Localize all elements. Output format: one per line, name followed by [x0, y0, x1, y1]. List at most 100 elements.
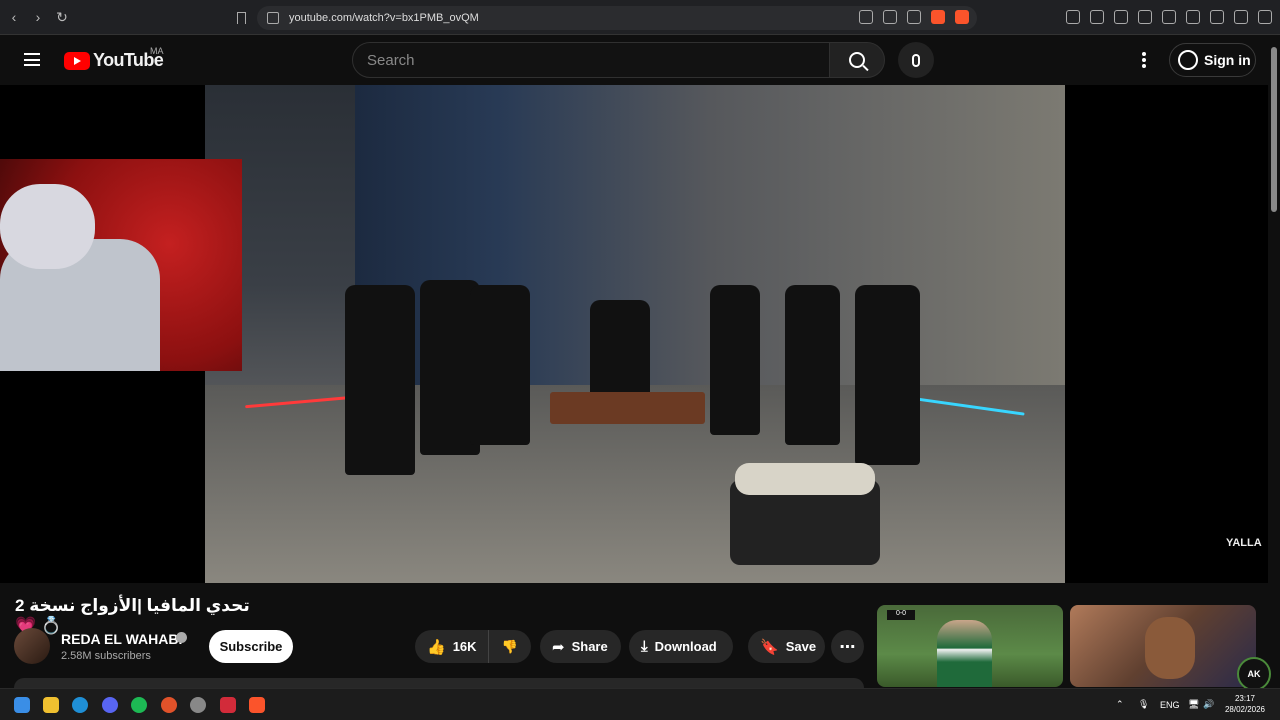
youtube-logo[interactable]: YouTube MA: [64, 46, 164, 71]
verified-icon: [176, 632, 187, 643]
extensions-icon[interactable]: [1090, 10, 1104, 24]
address-actions: [859, 10, 969, 24]
save-label: Save: [785, 639, 817, 654]
coffee-table: [550, 392, 705, 424]
tray-chevron-icon[interactable]: ⌃: [1116, 699, 1124, 710]
share-page-icon[interactable]: [907, 10, 921, 24]
app-icon[interactable]: [220, 697, 236, 713]
discord-icon[interactable]: [102, 697, 118, 713]
zoom-icon[interactable]: [859, 10, 873, 24]
tray-microphone-icon[interactable]: 🎙: [1138, 699, 1149, 710]
clock-time: 23:17: [1234, 694, 1256, 703]
thumbs-up-icon: 👍: [427, 638, 446, 656]
wallet-icon[interactable]: [1186, 10, 1200, 24]
youtube-header: YouTube MA Sign in: [0, 35, 1280, 85]
browser-toolbar: ‹ › ↻ youtube.com/watch?v=bx1PMB_ovQM: [0, 0, 1280, 35]
contestant-figure: [785, 285, 840, 445]
contestant-figure: [710, 285, 760, 435]
steam-icon[interactable]: [190, 697, 206, 713]
streamer-mask: [0, 184, 95, 269]
windows-taskbar: ⌃ 🎙 ENG 🖥 🔊: [0, 688, 1280, 720]
reload-icon[interactable]: ↻: [52, 7, 72, 27]
money-pile: [735, 463, 875, 495]
search-box: [352, 42, 830, 78]
search-button[interactable]: [829, 42, 885, 78]
windows-start-icon[interactable]: [14, 697, 30, 713]
share-icon: ➦: [552, 638, 565, 656]
recommended-video-thumbnail[interactable]: 0-0: [877, 605, 1063, 687]
translate-icon[interactable]: [1066, 10, 1080, 24]
browser-right-icons: [1066, 10, 1272, 24]
forward-icon[interactable]: ›: [28, 7, 48, 27]
voice-search-button[interactable]: [898, 42, 934, 78]
channel-avatar[interactable]: [14, 628, 50, 664]
share-button[interactable]: ➦ Share: [540, 630, 621, 663]
file-explorer-icon[interactable]: [43, 697, 59, 713]
more-horizontal-icon: ⋯: [839, 638, 856, 656]
back-icon[interactable]: ‹: [4, 7, 24, 27]
search-input[interactable]: [353, 43, 829, 77]
site-info-icon[interactable]: [267, 12, 279, 24]
video-player[interactable]: YALLA: [0, 85, 1268, 583]
save-playlist-icon: 🔖: [760, 638, 779, 656]
contestant-figure: [470, 285, 530, 445]
scrollbar-thumb[interactable]: [1271, 47, 1277, 212]
vpn-icon[interactable]: [1234, 10, 1248, 24]
microphone-icon: [912, 53, 920, 67]
recommended-video-thumbnail[interactable]: [1070, 605, 1256, 687]
brave-shields-icon[interactable]: [931, 10, 945, 24]
screenshot-icon[interactable]: [1114, 10, 1128, 24]
network-icon[interactable]: 🖥: [1188, 699, 1199, 710]
menu-icon[interactable]: [1258, 10, 1272, 24]
brave-taskbar-icon[interactable]: [249, 697, 265, 713]
brave-rewards-icon[interactable]: [955, 10, 969, 24]
settings-more-icon[interactable]: [1136, 50, 1152, 70]
score-overlay: 0-0: [887, 610, 915, 620]
search-icon: [849, 52, 865, 68]
clock-date: 28/02/2026: [1224, 705, 1266, 714]
contestant-figure: [855, 285, 920, 465]
sign-in-button[interactable]: Sign in: [1169, 43, 1256, 77]
edge-icon[interactable]: [72, 697, 88, 713]
share-label: Share: [571, 639, 608, 654]
download-icon: ⤓: [641, 638, 648, 655]
footballer-figure: [937, 620, 992, 687]
subscriber-count: 2.58M subscribers: [61, 650, 151, 662]
region-code: MA: [150, 46, 164, 56]
like-button[interactable]: 👍 16K: [415, 630, 489, 663]
cast-icon[interactable]: [883, 10, 897, 24]
volume-icon[interactable]: 🔊: [1203, 699, 1214, 710]
hamburger-menu-icon[interactable]: [24, 53, 40, 66]
bookmark-icon[interactable]: [237, 12, 246, 24]
more-actions-button[interactable]: ⋯: [831, 630, 864, 663]
sign-in-label: Sign in: [1204, 52, 1251, 68]
save-button[interactable]: 🔖 Save: [748, 630, 825, 663]
download-label: Download: [654, 639, 717, 654]
language-indicator[interactable]: ENG: [1160, 700, 1180, 710]
video-watermark: YALLA: [1226, 537, 1262, 549]
like-dislike-group: 👍 16K 👎: [415, 630, 531, 663]
channel-name[interactable]: REDA EL WAHABI: [61, 631, 182, 647]
like-count: 16K: [452, 639, 477, 654]
media-icon[interactable]: [1138, 10, 1152, 24]
url-text: youtube.com/watch?v=bx1PMB_ovQM: [289, 12, 479, 24]
download-button[interactable]: ⤓ Download: [629, 630, 733, 663]
channel-watermark-badge[interactable]: AK: [1237, 657, 1271, 691]
sidebar-icon[interactable]: [1162, 10, 1176, 24]
dislike-button[interactable]: 👎: [489, 639, 531, 655]
thumbnail-face: [1145, 617, 1195, 679]
address-bar[interactable]: youtube.com/watch?v=bx1PMB_ovQM: [257, 6, 977, 30]
contestant-figure: [345, 285, 415, 475]
video-frame[interactable]: [205, 85, 1065, 583]
page-scrollbar[interactable]: [1268, 35, 1280, 687]
streamer-webcam: [0, 159, 242, 371]
thumbs-down-icon: 👎: [501, 638, 519, 654]
subscribe-button[interactable]: Subscribe: [209, 630, 293, 663]
host-figure: [590, 300, 650, 400]
youtube-play-icon: [64, 51, 90, 70]
spotify-icon[interactable]: [131, 697, 147, 713]
firefox-icon[interactable]: [161, 697, 177, 713]
account-icon: [1178, 50, 1198, 70]
system-clock[interactable]: 23:17 28/02/2026: [1220, 693, 1270, 715]
leo-icon[interactable]: [1210, 10, 1224, 24]
